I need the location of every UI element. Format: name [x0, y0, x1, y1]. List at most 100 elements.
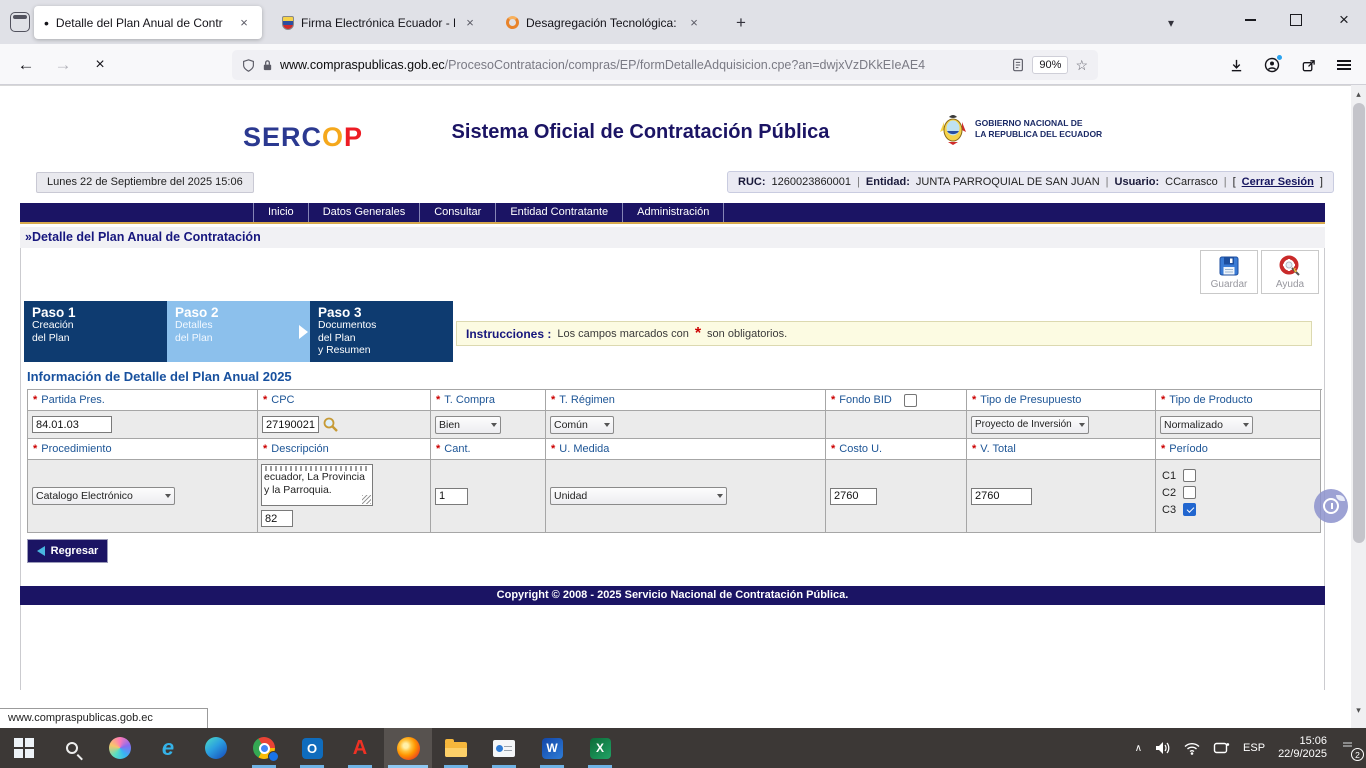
wifi-icon[interactable] [1184, 742, 1200, 755]
select-arrow-icon [1243, 423, 1249, 427]
header-cant: *Cant. [431, 439, 546, 460]
taskbar-acrobat[interactable]: A [336, 728, 384, 768]
tipo-presupuesto-select[interactable]: Proyecto de Inversión [971, 416, 1089, 434]
ayuda-button[interactable]: Ayuda [1261, 250, 1319, 294]
cpc-search-icon[interactable] [322, 416, 339, 433]
tab-desagregacion[interactable]: Desagregación Tecnológica: Cál × [496, 6, 712, 39]
taskbar-search-button[interactable] [48, 728, 96, 768]
start-button[interactable] [0, 728, 48, 768]
new-tab-button[interactable]: + [728, 10, 754, 36]
taskbar-copilot[interactable] [96, 728, 144, 768]
reader-mode-icon[interactable] [1011, 58, 1025, 72]
notification-center-button[interactable]: 2 [1340, 739, 1360, 757]
firefox-view-icon[interactable] [10, 12, 30, 32]
cpc-input[interactable] [262, 416, 319, 433]
taskbar-internet-explorer[interactable]: e [144, 728, 192, 768]
tab-close-icon[interactable]: × [686, 15, 702, 30]
tab-title: Detalle del Plan Anual de Contr [56, 16, 229, 30]
tab-title: Firma Electrónica Ecuador - Firm [301, 16, 455, 30]
scrollbar-thumb[interactable] [1353, 103, 1365, 543]
u-medida-select[interactable]: Unidad [550, 487, 727, 505]
bookmark-star-icon[interactable]: ☆ [1075, 57, 1088, 74]
language-indicator[interactable]: ESP [1243, 742, 1265, 754]
v-total-input[interactable] [971, 488, 1032, 505]
cerrar-sesion-link[interactable]: Cerrar Sesión [1242, 176, 1314, 188]
usuario-value: CCarrasco [1165, 176, 1218, 188]
header-fondo-bid: *Fondo BID [826, 390, 967, 411]
floating-extension-button[interactable] [1314, 489, 1348, 523]
taskbar-excel[interactable]: X [576, 728, 624, 768]
url-text[interactable]: www.compraspublicas.gob.ec/ProcesoContra… [280, 58, 1004, 72]
taskbar-presentation-app[interactable] [480, 728, 528, 768]
nav-item-inicio[interactable]: Inicio [253, 203, 308, 222]
tray-connect-icon[interactable] [1213, 741, 1230, 755]
step-1-creacion: Paso 1 Creación del Plan [24, 301, 167, 362]
costo-u-input[interactable] [830, 488, 877, 505]
tab-detalle-plan[interactable]: • Detalle del Plan Anual de Contr × [34, 6, 262, 39]
back-button[interactable]: ← [12, 51, 40, 79]
chrome-profile-badge [268, 751, 279, 762]
page-scrollbar[interactable]: ▴ ▾ [1351, 85, 1366, 728]
tab-close-icon[interactable]: × [236, 15, 252, 30]
tracking-shield-icon[interactable] [242, 58, 255, 73]
nav-item-administracion[interactable]: Administración [622, 203, 724, 222]
c2-checkbox[interactable] [1183, 486, 1196, 499]
account-icon[interactable] [1258, 51, 1286, 79]
taskbar-firefox-active[interactable] [384, 728, 432, 768]
partida-pres-input[interactable] [32, 416, 112, 433]
header-tipo-producto: *Tipo de Producto [1156, 390, 1321, 411]
nav-item-consultar[interactable]: Consultar [419, 203, 495, 222]
procedimiento-select[interactable]: Catalogo Electrónico [32, 487, 175, 505]
clock-date-display[interactable]: 15:06 22/9/2025 [1278, 735, 1327, 761]
zoom-level-badge[interactable]: 90% [1032, 56, 1068, 74]
taskbar-outlook[interactable]: O [288, 728, 336, 768]
datetime-display: Lunes 22 de Septiembre del 2025 15:06 [36, 172, 254, 193]
header-v-total: *V. Total [967, 439, 1156, 460]
textarea-resize-grip[interactable] [362, 495, 371, 504]
window-minimize-button[interactable] [1228, 0, 1272, 40]
nav-item-entidad-contratante[interactable]: Entidad Contratante [495, 203, 622, 222]
cantidad-input[interactable] [435, 488, 468, 505]
app-menu-icon[interactable] [1330, 51, 1358, 79]
list-all-tabs-icon[interactable]: ▾ [1158, 10, 1184, 36]
fondo-bid-checkbox[interactable] [904, 394, 917, 407]
tipo-producto-select[interactable]: Normalizado [1160, 416, 1253, 434]
t-regimen-select[interactable]: Común [550, 416, 614, 434]
regresar-button[interactable]: Regresar [27, 539, 108, 563]
forward-button[interactable]: → [49, 51, 77, 79]
usuario-label: Usuario: [1115, 176, 1160, 188]
clipped-text-line [265, 466, 369, 471]
taskbar-edge[interactable] [192, 728, 240, 768]
step-2-detalles-active: Paso 2 Detalles del Plan [167, 301, 310, 362]
tab-close-icon[interactable]: × [462, 15, 478, 30]
taskbar-word[interactable]: W [528, 728, 576, 768]
scroll-up-arrow[interactable]: ▴ [1351, 89, 1366, 100]
t-compra-select[interactable]: Bien [435, 416, 501, 434]
tab-firma-electronica[interactable]: Firma Electrónica Ecuador - Firm × [272, 6, 488, 39]
instructions-banner: Instrucciones : Los campos marcados con … [456, 321, 1312, 346]
window-maximize-button[interactable] [1274, 0, 1318, 40]
c3-checkbox[interactable] [1183, 503, 1196, 516]
volume-icon[interactable] [1155, 741, 1171, 755]
clock-icon [1323, 498, 1339, 514]
scroll-down-arrow[interactable]: ▾ [1351, 705, 1366, 716]
share-icon[interactable] [1294, 51, 1322, 79]
tray-chevron-icon[interactable]: ∧ [1135, 743, 1142, 754]
notification-count-badge: 2 [1351, 748, 1364, 761]
downloads-icon[interactable] [1222, 51, 1250, 79]
tray-time: 15:06 [1278, 735, 1327, 748]
descripcion-textarea[interactable]: ecuador, La Provincia y la Parroquia. [261, 464, 373, 506]
nav-item-datos-generales[interactable]: Datos Generales [308, 203, 420, 222]
acrobat-icon: A [353, 737, 367, 760]
select-arrow-icon [491, 423, 497, 427]
taskbar-file-explorer[interactable] [432, 728, 480, 768]
taskbar-chrome[interactable] [240, 728, 288, 768]
window-close-button[interactable]: × [1322, 0, 1366, 40]
header-u-medida: *U. Medida [546, 439, 826, 460]
url-bar[interactable]: www.compraspublicas.gob.ec/ProcesoContra… [232, 50, 1098, 80]
lock-icon[interactable] [262, 59, 273, 72]
descripcion-extra-input[interactable] [261, 510, 293, 527]
c1-checkbox[interactable] [1183, 469, 1196, 482]
stop-button[interactable]: × [86, 51, 114, 79]
guardar-button[interactable]: Guardar [1200, 250, 1258, 294]
